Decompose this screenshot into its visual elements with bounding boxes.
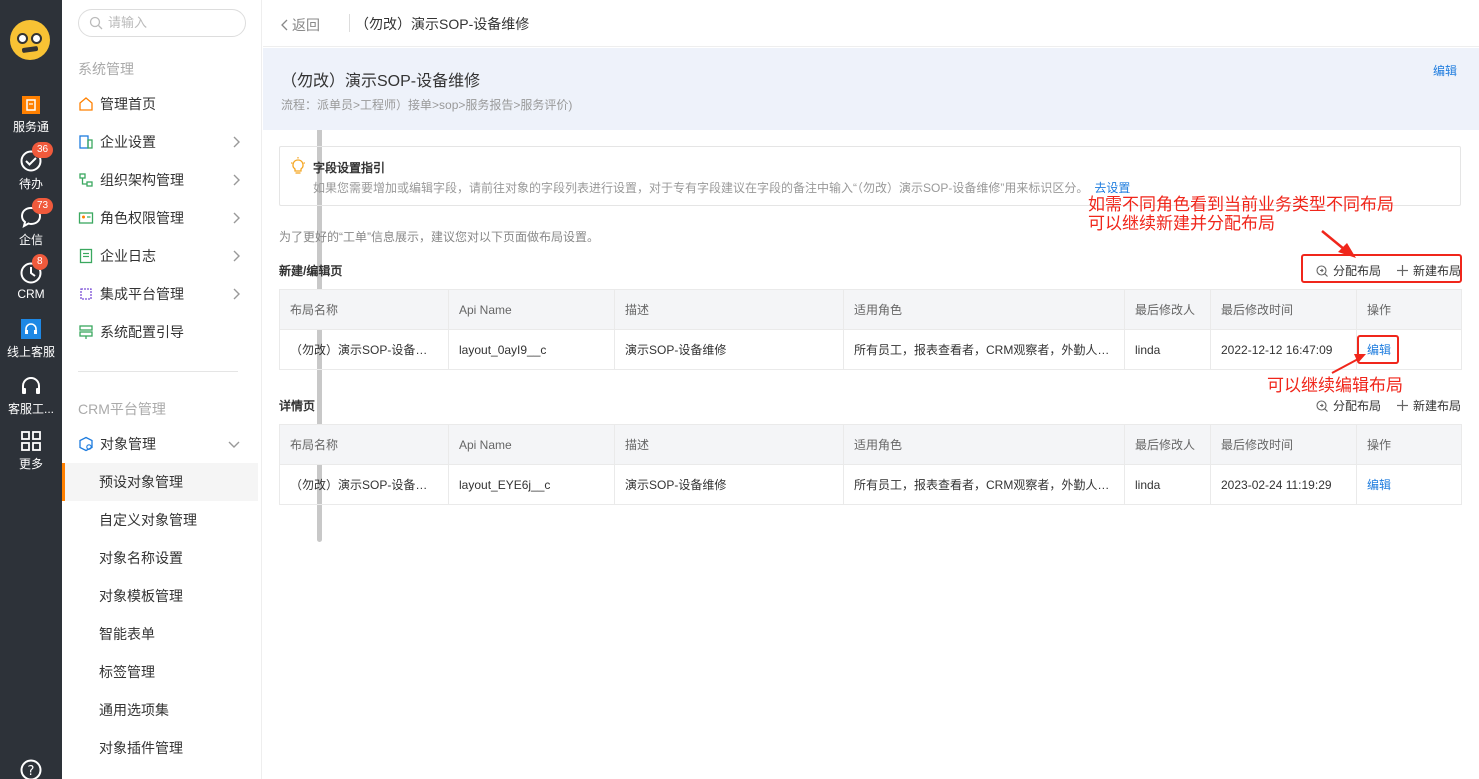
annotation-arrows: [1321, 230, 1366, 374]
